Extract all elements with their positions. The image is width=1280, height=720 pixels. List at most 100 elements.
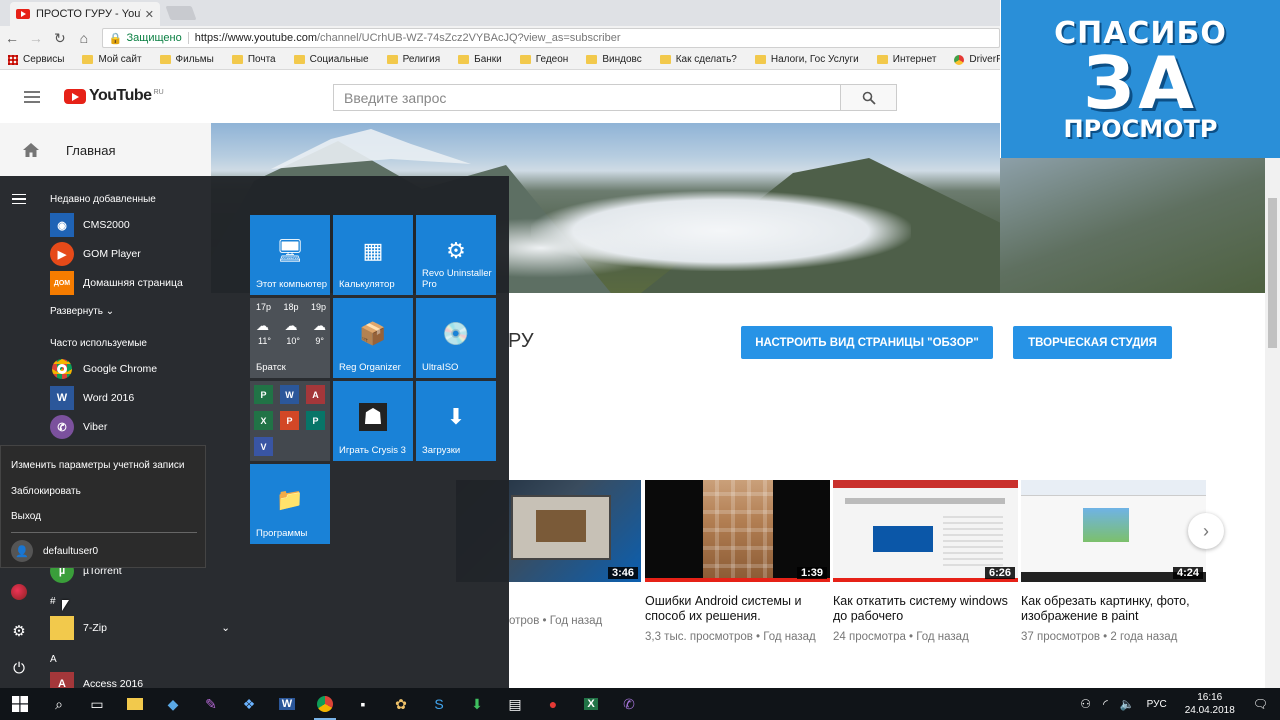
- letter-header[interactable]: #: [50, 596, 56, 607]
- bookmark-folder[interactable]: Как сделать?: [659, 54, 737, 65]
- sidebar-item-home[interactable]: Главная: [0, 135, 211, 165]
- language-indicator[interactable]: РУС: [1147, 699, 1167, 710]
- video-card[interactable]: 4:24 Как обрезать картинку, фото, изобра…: [1021, 480, 1206, 645]
- expand-recent-button[interactable]: Развернуть ⌄: [50, 306, 114, 317]
- tile-calculator[interactable]: ▦ Калькулятор: [333, 215, 413, 295]
- viber-icon[interactable]: ✆: [610, 688, 648, 720]
- start-app-7zip[interactable]: 7-Zip ⌄: [50, 614, 230, 642]
- start-app-word[interactable]: W Word 2016: [50, 384, 134, 412]
- excel-icon[interactable]: X: [254, 411, 273, 430]
- bookmark-folder[interactable]: Интернет: [876, 54, 936, 65]
- bookmark-folder[interactable]: Мой сайт: [82, 54, 142, 65]
- back-arrow-icon[interactable]: ←: [0, 30, 24, 46]
- terminal-icon[interactable]: ▤: [496, 688, 534, 720]
- start-app-cms2000[interactable]: ◉ CMS2000: [50, 211, 130, 239]
- video-thumbnail[interactable]: 4:24: [1021, 480, 1206, 582]
- creator-studio-button[interactable]: ТВОРЧЕСКАЯ СТУДИЯ: [1013, 326, 1172, 359]
- letter-header[interactable]: A: [50, 654, 57, 665]
- close-tab-icon[interactable]: ✕: [145, 8, 154, 21]
- powerpoint-icon[interactable]: P: [280, 411, 299, 430]
- bookmark-folder[interactable]: Религия: [386, 54, 440, 65]
- bookmark-folder[interactable]: Социальные: [293, 54, 369, 65]
- start-app-access[interactable]: A Access 2016: [50, 672, 143, 688]
- volume-icon[interactable]: 🔈: [1120, 697, 1135, 711]
- customize-view-button[interactable]: НАСТРОИТЬ ВИД СТРАНИЦЫ "ОБЗОР": [741, 326, 993, 359]
- bookmark-folder[interactable]: Фильмы: [159, 54, 214, 65]
- start-app-viber[interactable]: ✆ Viber: [50, 413, 107, 441]
- bookmark-folder[interactable]: Виндовс: [586, 54, 642, 65]
- word-icon[interactable]: W: [268, 688, 306, 720]
- start-app-homepage[interactable]: ДОМ Домашняя страница: [50, 269, 183, 297]
- change-account-settings-item[interactable]: Изменить параметры учетной записи: [11, 460, 184, 471]
- bookmark-driverpack[interactable]: DriverPack Solution: [954, 54, 1000, 65]
- video-title[interactable]: Как откатить систему windows до рабочего: [833, 594, 1018, 624]
- download-icon[interactable]: ⬇: [458, 688, 496, 720]
- paint-app-icon[interactable]: ✎: [192, 688, 230, 720]
- start-app-gom-player[interactable]: ▶ GOM Player: [50, 240, 141, 268]
- chrome-icon[interactable]: [306, 688, 344, 720]
- media-app-icon[interactable]: ▪: [344, 688, 382, 720]
- network-icon[interactable]: ◜: [1103, 697, 1108, 711]
- page-scrollbar[interactable]: [1265, 158, 1280, 688]
- lock-item[interactable]: Заблокировать: [11, 486, 81, 497]
- search-icon[interactable]: ⌕: [40, 688, 78, 720]
- visio-icon[interactable]: V: [254, 437, 273, 456]
- video-card[interactable]: 1:39 Ошибки Android системы и способ их …: [645, 480, 830, 645]
- file-explorer-icon[interactable]: [116, 688, 154, 720]
- guide-menu-icon[interactable]: [24, 91, 40, 103]
- tile-crysis3[interactable]: ☗ Играть Crysis 3: [333, 381, 413, 461]
- record-icon[interactable]: ●: [534, 688, 572, 720]
- bookmark-services[interactable]: Сервисы: [8, 54, 64, 65]
- notifications-icon[interactable]: 🗨: [1253, 697, 1268, 711]
- user-account-item[interactable]: 👤 defaultuser0: [11, 540, 98, 562]
- video-thumbnail[interactable]: 1:39: [645, 480, 830, 582]
- tile-ultraiso[interactable]: 💿 UltraISO: [416, 298, 496, 378]
- video-thumbnail[interactable]: 6:26: [833, 480, 1018, 582]
- youtube-logo[interactable]: YouTube RU: [64, 87, 164, 105]
- access-icon[interactable]: A: [306, 385, 325, 404]
- user-avatar-icon[interactable]: [10, 584, 28, 602]
- project-icon[interactable]: P: [254, 385, 273, 404]
- forward-arrow-icon[interactable]: →: [24, 30, 48, 46]
- chevron-down-icon[interactable]: ⌄: [221, 622, 230, 634]
- task-view-icon[interactable]: ▭: [78, 688, 116, 720]
- paint-palette-icon[interactable]: ✿: [382, 688, 420, 720]
- power-icon[interactable]: ⏻: [10, 660, 28, 678]
- word-icon[interactable]: W: [280, 385, 299, 404]
- tile-revo-uninstaller[interactable]: ⚙ Revo Uninstaller Pro: [416, 215, 496, 295]
- clock[interactable]: 16:16 24.04.2018: [1185, 691, 1235, 717]
- start-app-chrome[interactable]: Google Chrome: [50, 355, 157, 383]
- tile-reg-organizer[interactable]: 📦 Reg Organizer: [333, 298, 413, 378]
- scrollbar-thumb[interactable]: [1268, 198, 1277, 348]
- bookmark-folder[interactable]: Гедеон: [519, 54, 568, 65]
- skype-icon[interactable]: S: [420, 688, 458, 720]
- video-card[interactable]: 6:26 Как откатить систему windows до раб…: [833, 480, 1018, 645]
- publisher-icon[interactable]: P: [306, 411, 325, 430]
- reload-icon[interactable]: ↻: [48, 30, 72, 47]
- people-icon[interactable]: ⚇: [1080, 697, 1091, 711]
- start-expand-menu-icon[interactable]: [12, 194, 26, 204]
- next-shelf-button[interactable]: ›: [1188, 513, 1224, 549]
- address-bar[interactable]: 🔒 Защищено https://www.youtube.com/chann…: [101, 28, 1001, 48]
- network-app-icon[interactable]: ◆: [154, 688, 192, 720]
- bookmark-folder[interactable]: Банки: [458, 54, 502, 65]
- tile-weather[interactable]: 17р 18р 19р ☁ ☁ ☁ 11° 10° 9° Братск: [250, 298, 330, 378]
- bookmark-folder[interactable]: Почта: [231, 54, 276, 65]
- new-tab-button[interactable]: [165, 6, 197, 20]
- video-title[interactable]: Ошибки Android системы и способ их решен…: [645, 594, 830, 624]
- browser-tab[interactable]: ПРОСТО ГУРУ - YouTube ✕: [10, 2, 160, 26]
- start-button[interactable]: [0, 688, 40, 720]
- home-icon[interactable]: ⌂: [72, 30, 96, 46]
- cube-app-icon[interactable]: ❖: [230, 688, 268, 720]
- search-button[interactable]: [840, 84, 897, 111]
- tile-downloads[interactable]: ⬇ Загрузки: [416, 381, 496, 461]
- tile-office-group[interactable]: P W A X P P V: [250, 381, 330, 461]
- excel-icon[interactable]: X: [572, 688, 610, 720]
- tile-programs[interactable]: 📁 Программы: [250, 464, 330, 544]
- sign-out-item[interactable]: Выход: [11, 511, 41, 522]
- tile-this-pc[interactable]: 🖥 Этот компьютер: [250, 215, 330, 295]
- search-input[interactable]: Введите запрос: [333, 84, 841, 111]
- bookmark-folder[interactable]: Налоги, Гос Услуги: [754, 54, 859, 65]
- settings-gear-icon[interactable]: ⚙: [10, 622, 28, 640]
- video-title[interactable]: Как обрезать картинку, фото, изображение…: [1021, 594, 1206, 624]
